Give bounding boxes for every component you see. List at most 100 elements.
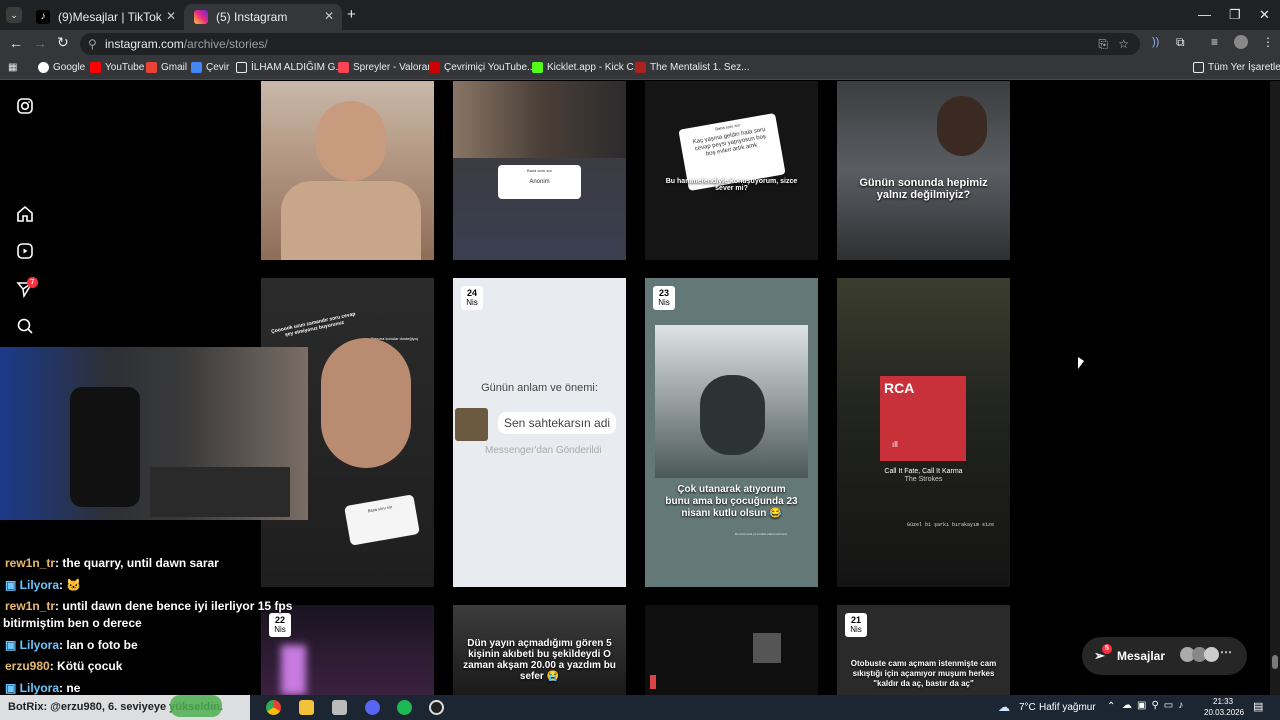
restore-button[interactable]: ❐ — [1229, 7, 1241, 23]
tab-title: (9)Mesajlar | TikTok — [58, 10, 162, 24]
story-tile[interactable]: 24 Nis Günün anlam ve önemi: Sen sahtekar… — [453, 278, 626, 587]
weather-desc[interactable]: Hafif yağmur — [1039, 702, 1096, 713]
new-tab-button[interactable]: + — [347, 6, 356, 23]
story-tile[interactable]: 21 Nis Otobuste camı açmam istenmişte cam… — [837, 605, 1010, 695]
clock-time[interactable]: 21:33 — [1213, 697, 1233, 706]
minimize-button[interactable]: — — [1198, 7, 1211, 22]
instagram-logo-icon[interactable] — [16, 97, 34, 115]
clock-date[interactable]: 20.03.2026 — [1204, 708, 1244, 717]
tray-icons[interactable]: ☁▣⚲▭♪ — [1122, 700, 1188, 711]
bookmark-translate[interactable]: Çevir — [191, 62, 229, 73]
close-icon[interactable]: ✕ — [166, 9, 176, 23]
story-small-text: Güzel bi şarkı bırakayım size — [907, 522, 995, 528]
menu-kebab-icon[interactable]: ⋮ — [1262, 35, 1274, 49]
app-icon[interactable] — [332, 700, 347, 715]
bookmark-all[interactable]: Tüm Yer İşaretleri — [1193, 62, 1280, 73]
mouse-cursor-icon — [1078, 357, 1084, 369]
story-caption: Dün yayın açmadığımı gören 5 kişinin akı… — [463, 638, 616, 682]
bookmark-youtube-online[interactable]: Çevrimiçi YouTube... — [429, 62, 535, 73]
bookmark-folder[interactable]: İLHAM ALDIĞIM G... — [236, 62, 344, 73]
spotify-icon[interactable] — [397, 700, 412, 715]
file-explorer-icon[interactable] — [299, 700, 314, 715]
instagram-icon — [194, 10, 208, 24]
tab-tiktok[interactable]: ♪ (9)Mesajlar | TikTok ✕ — [26, 4, 184, 30]
story-tile[interactable]: Günün sonunda hepimiz yalnız değilmiyiz? — [837, 81, 1010, 260]
site-info-icon[interactable]: ⚲ — [88, 33, 97, 55]
gmail-icon — [146, 62, 157, 73]
story-photo — [753, 633, 781, 663]
bookmark-youtube[interactable]: YouTube — [90, 62, 144, 73]
story-tile[interactable]: 23 Nis Çok utanarak atıyorum bunu ama bu … — [645, 278, 818, 587]
tab-search-button[interactable]: ⌄ — [6, 7, 22, 23]
bookmark-gmail[interactable]: Gmail — [146, 62, 187, 73]
song-title: Call It Fate, Call It Karma — [884, 468, 963, 475]
story-tile[interactable]: Bana soru sor Anonim — [453, 81, 626, 260]
story-caption: Çok utanarak atıyorum bunu ama bu çocuğu… — [665, 484, 798, 519]
story-tile[interactable]: RCA ıll Call It Fate, Call It Karma The … — [837, 278, 1010, 587]
folder-icon — [236, 62, 247, 73]
tab-title: (5) Instagram — [216, 10, 288, 24]
messages-label: Mesajlar — [1117, 649, 1166, 663]
story-tile[interactable] — [645, 605, 818, 695]
story-tile[interactable]: Dün yayın açmadığımı gören 5 kişinin akı… — [453, 605, 626, 695]
tray-overflow-icon[interactable]: ⌃ — [1107, 701, 1115, 712]
story-tile[interactable]: 22 Nis — [261, 605, 434, 695]
media-control-icon[interactable]: ≡ — [1211, 35, 1218, 49]
story-small-text: Bu dizüt kadı ya sizdeki ufaldı üzülmezi — [735, 532, 788, 536]
webcam-overlay — [0, 347, 308, 520]
forward-button[interactable]: → — [33, 35, 47, 51]
bookmark-google[interactable]: Google — [38, 62, 85, 73]
bookmark-mentalist[interactable]: The Mentalist 1. Sez... — [635, 62, 750, 73]
story-date: 22 Nis — [269, 613, 291, 637]
kicklet-icon — [532, 62, 543, 73]
back-button[interactable]: ← — [9, 35, 23, 51]
weather-icon: ☁ — [998, 700, 1010, 714]
story-light — [281, 645, 306, 695]
notifications-icon[interactable]: ▤ — [1253, 700, 1263, 713]
obs-icon[interactable] — [429, 700, 444, 715]
messages-button[interactable]: ➢ 5 Mesajlar ⋯ — [1082, 637, 1247, 675]
audio-icon: ıll — [892, 440, 898, 449]
bookmark-star-icon[interactable]: ☆ — [1118, 33, 1129, 55]
story-photo — [655, 325, 808, 478]
profile-avatar[interactable] — [1234, 35, 1248, 49]
bookmark-valorant[interactable]: Spreyler - Valorant — [338, 62, 436, 73]
apps-grid-icon[interactable]: ▦ — [8, 62, 17, 73]
home-icon[interactable] — [16, 205, 34, 223]
story-photo-shirt — [281, 181, 421, 260]
reload-button[interactable]: ↻ — [57, 34, 69, 51]
extensions-puzzle-icon[interactable]: ⧉ — [1176, 35, 1185, 50]
more-icon: ⋯ — [1220, 645, 1232, 659]
story-date: 23 Nis — [653, 286, 675, 310]
mentalist-icon — [635, 62, 646, 73]
page-scrollbar[interactable] — [1270, 81, 1280, 695]
url-path: /archive/stories/ — [183, 37, 268, 51]
close-window-button[interactable]: ✕ — [1259, 7, 1270, 23]
extension-icon[interactable]: )) — [1152, 36, 1159, 48]
story-tile[interactable] — [261, 81, 434, 260]
search-icon[interactable] — [16, 317, 34, 335]
close-icon[interactable]: ✕ — [324, 9, 334, 23]
message-bubble: Sen sahtekarsın adi — [498, 412, 617, 434]
reels-icon[interactable] — [16, 242, 34, 260]
bookmark-kicklet[interactable]: Kicklet.app - Kick C... — [532, 62, 642, 73]
scrollbar-thumb[interactable] — [1272, 655, 1278, 669]
photo-face — [700, 375, 765, 455]
tab-instagram[interactable]: (5) Instagram ✕ — [184, 4, 342, 30]
youtube-icon — [429, 62, 440, 73]
folder-icon — [1193, 62, 1204, 73]
story-heading: Günün anlam ve önemi: — [481, 382, 598, 394]
discord-icon[interactable] — [365, 700, 380, 715]
install-icon[interactable]: ⎘ — [1098, 33, 1108, 55]
story-tile[interactable]: Bana soru sor Kaç yaşına geldin hala sor… — [645, 81, 818, 260]
youtube-icon — [90, 62, 101, 73]
webcam-chair — [70, 387, 140, 507]
avatar — [1204, 647, 1219, 662]
valorant-icon — [338, 62, 349, 73]
bot-notification-art — [170, 695, 222, 717]
chrome-icon[interactable] — [266, 700, 281, 715]
address-bar[interactable]: ⚲ instagram.com/archive/stories/ ⎘ ☆ — [80, 33, 1140, 55]
chat-line: bitirmiştim ben o derece — [3, 616, 142, 630]
album-label: RCA — [884, 380, 915, 396]
weather-temp[interactable]: 7°C — [1019, 702, 1036, 713]
